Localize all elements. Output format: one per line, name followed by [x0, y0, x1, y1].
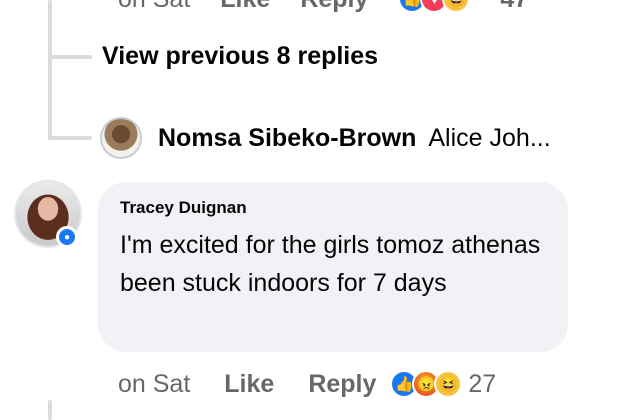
reply-button[interactable]: Reply — [300, 0, 368, 14]
view-previous-replies-link[interactable]: View previous 8 replies — [102, 42, 378, 71]
comment-text: I'm excited for the girls tomoz athenas … — [120, 231, 541, 297]
comment-author-name[interactable]: Tracey Duignan — [120, 198, 546, 218]
thread-branch — [48, 136, 92, 140]
haha-icon: 😆 — [442, 0, 471, 13]
previous-comment-actions: on Sat Like Reply 👍 ♥ 😆 47 — [118, 0, 528, 14]
reaction-summary[interactable]: 👍 😠 😆 — [390, 370, 463, 398]
like-button[interactable]: Like — [224, 370, 274, 399]
comment-bubble: Tracey Duignan I'm excited for the girls… — [98, 182, 568, 352]
reaction-count: 47 — [500, 0, 528, 14]
collapsed-reply[interactable]: Nomsa Sibeko-Brown Alice Joh... — [100, 116, 605, 160]
reply-author-name[interactable]: Nomsa Sibeko-Brown — [158, 124, 416, 153]
timestamp[interactable]: on Sat — [118, 0, 190, 14]
thread-line — [48, 400, 52, 420]
reaction-summary[interactable]: 👍 ♥ 😆 — [398, 0, 471, 13]
comment-thread: on Sat Like Reply 👍 ♥ 😆 47 View previous… — [0, 0, 620, 420]
thread-line — [48, 0, 52, 140]
like-button[interactable]: Like — [220, 0, 270, 14]
comment-actions: on Sat Like Reply 👍 😠 😆 27 — [118, 366, 496, 402]
thread-branch — [48, 55, 92, 59]
reaction-count: 27 — [468, 369, 497, 398]
reply-button[interactable]: Reply — [308, 370, 376, 399]
reply-snippet: Alice Joh... — [428, 123, 551, 152]
haha-icon: 😆 — [434, 370, 463, 398]
active-status-icon: ● — [56, 226, 78, 248]
timestamp[interactable]: on Sat — [118, 370, 190, 399]
avatar[interactable] — [100, 117, 142, 159]
